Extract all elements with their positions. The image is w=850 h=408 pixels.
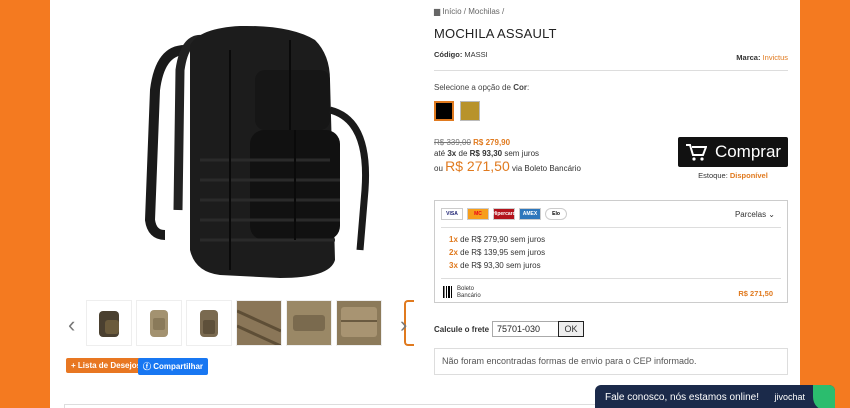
product-main-image[interactable]: [130, 10, 390, 290]
stock-value: Disponível: [729, 171, 768, 180]
amex-icon: AMEX: [519, 208, 541, 220]
installment-prefix: até: [434, 149, 446, 158]
color-swatch-black[interactable]: [434, 101, 454, 121]
boleto-option: Boleto Bancário: [443, 286, 481, 300]
thumbnail[interactable]: [336, 300, 382, 346]
installment-row: 1x de R$ 279,90 sem juros: [449, 235, 545, 244]
breadcrumb-separator: /: [502, 7, 505, 16]
installment-count: 3x: [447, 149, 457, 158]
installment-value: R$ 93,30: [469, 149, 503, 158]
code-value: MASSI: [464, 50, 488, 59]
breadcrumb-separator: /: [463, 7, 466, 16]
thumbnail[interactable]: [286, 300, 332, 346]
share-button[interactable]: ⓕ Compartilhar: [138, 358, 209, 375]
shipping-message: Não foram encontradas formas de envio pa…: [434, 348, 788, 375]
calculate-shipping-button[interactable]: OK: [558, 321, 584, 337]
code-label: Código:: [434, 50, 463, 59]
elo-icon: Elo: [545, 208, 567, 220]
thumbnail-carousel: ‹ ›: [64, 300, 414, 350]
thumbnail[interactable]: [136, 300, 182, 346]
current-price: R$ 279,90: [473, 138, 511, 147]
product-page: ‹ › + Lista de Desejos ⓕ Compartilhar ▆ …: [50, 0, 800, 408]
mastercard-icon: MC: [467, 208, 489, 220]
payment-box: VISA MC Hipercard AMEX Elo Parcelas ⌄ 1x…: [434, 200, 788, 303]
price-block: R$ 339,00 R$ 279,90 até 3x de R$ 93,30 s…: [434, 137, 581, 174]
installment-text: de R$ 93,30 sem juros: [460, 261, 541, 270]
stock-status: Estoque: Disponível: [678, 171, 788, 180]
installment-text: de R$ 139,95 sem juros: [460, 248, 546, 257]
installment-n: 1x: [449, 235, 458, 244]
divider: [434, 70, 788, 71]
option-label: Selecione a opção de Cor:: [434, 83, 529, 92]
shipping-label: Calcule o frete: [434, 325, 490, 334]
share-label: Compartilhar: [153, 362, 204, 371]
chat-text: Fale conosco, nós estamos online!: [605, 392, 759, 403]
installment-n: 2x: [449, 248, 458, 257]
product-title: MOCHILA ASSAULT: [434, 26, 557, 41]
brand-link[interactable]: Invictus: [763, 53, 788, 62]
parcelas-dropdown[interactable]: Parcelas ⌄: [735, 210, 775, 219]
breadcrumb-home[interactable]: Início: [442, 7, 461, 16]
barcode-icon: [443, 286, 452, 298]
old-price: R$ 339,00: [434, 138, 471, 147]
brand-label: Marca:: [736, 53, 761, 62]
installment-suffix: sem juros: [504, 149, 540, 158]
chevron-right-icon[interactable]: ›: [400, 312, 407, 338]
hipercard-icon: Hipercard: [492, 208, 516, 220]
buy-button[interactable]: Comprar: [678, 137, 788, 167]
boleto-label: Boleto: [457, 286, 475, 292]
chat-leaf-icon: [813, 385, 835, 408]
breadcrumb-category[interactable]: Mochilas: [468, 7, 500, 16]
cep-input[interactable]: [492, 321, 562, 337]
thumbnail[interactable]: [236, 300, 282, 346]
product-code: Código: MASSI: [434, 50, 488, 59]
thumbnail[interactable]: [186, 300, 232, 346]
installment-row: 3x de R$ 93,30 sem juros: [449, 261, 541, 270]
chevron-left-icon[interactable]: ‹: [68, 312, 75, 338]
boleto-total: R$ 271,50: [738, 289, 773, 298]
jivochat-logo: jivochat: [774, 392, 805, 402]
option-name: Cor: [513, 83, 527, 92]
thumbnail[interactable]: [86, 300, 132, 346]
chat-widget[interactable]: Fale conosco, nós estamos online! jivoch…: [595, 385, 835, 408]
parcelas-label: Parcelas: [734, 210, 767, 219]
wishlist-button[interactable]: + Lista de Desejos: [66, 358, 147, 373]
facebook-icon: ⓕ: [143, 362, 151, 371]
card-brands: VISA MC Hipercard AMEX Elo: [441, 208, 567, 220]
cart-icon: [685, 144, 707, 161]
option-prompt: Selecione a opção de: [434, 83, 511, 92]
stock-label: Estoque:: [698, 171, 728, 180]
chevron-down-icon: ⌄: [768, 210, 775, 219]
installment-of: de: [458, 149, 468, 158]
boleto-suffix: via Boleto Bancário: [511, 164, 581, 173]
buy-label: Comprar: [714, 142, 782, 161]
color-swatch-coyote[interactable]: [460, 101, 480, 121]
divider: [441, 278, 781, 279]
boleto-label: Bancário: [457, 293, 481, 299]
product-brand: Marca: Invictus: [736, 53, 788, 62]
folder-icon: ▆: [434, 7, 441, 16]
divider: [441, 227, 781, 228]
option-colon: :: [526, 83, 530, 92]
breadcrumb: ▆ Início / Mochilas /: [434, 7, 504, 16]
installment-text: de R$ 279,90 sem juros: [460, 235, 546, 244]
visa-icon: VISA: [441, 208, 463, 220]
boleto-price: R$ 271,50: [445, 158, 510, 174]
installment-n: 3x: [449, 261, 458, 270]
boleto-prefix: ou: [434, 164, 443, 173]
installment-row: 2x de R$ 139,95 sem juros: [449, 248, 545, 257]
